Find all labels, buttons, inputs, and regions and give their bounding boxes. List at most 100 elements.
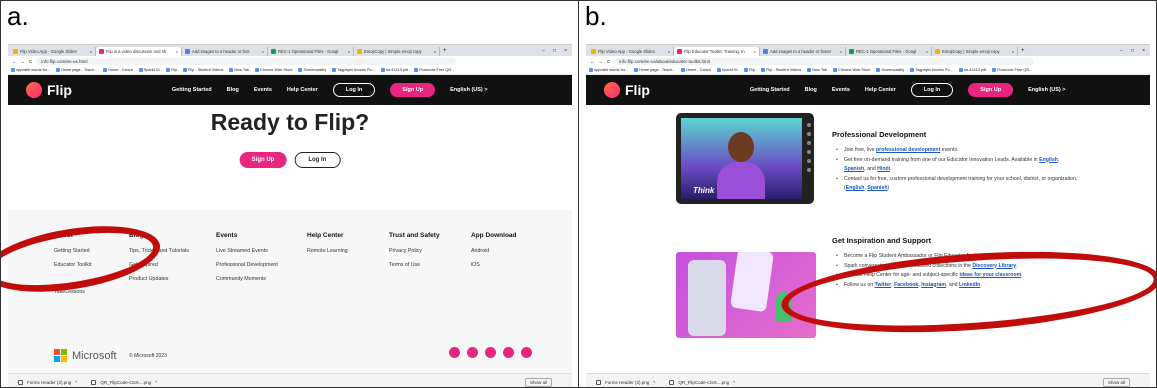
bookmark-item[interactable]: Flip - Student Videos: [183, 68, 223, 72]
bookmark-item[interactable]: Chrome Web Store: [833, 68, 870, 72]
close-icon[interactable]: ×: [262, 47, 264, 56]
forward-icon[interactable]: →: [21, 59, 26, 64]
youtube-icon[interactable]: [503, 347, 514, 358]
bookmark-item[interactable]: Home - Canva: [681, 68, 711, 72]
bookmark-item[interactable]: Screencastify: [298, 68, 326, 72]
maximize-icon[interactable]: □: [553, 47, 556, 56]
close-icon[interactable]: ×: [668, 47, 670, 56]
footer-link[interactable]: Product Updates: [129, 276, 189, 282]
download-item[interactable]: QR_FlipCode-c2c6....png ^: [91, 379, 157, 385]
nav-help-center[interactable]: Help Center: [865, 87, 896, 93]
bookmark-item[interactable]: Spark101: [716, 68, 738, 72]
bookmark-item[interactable]: Tagpayer Access Po...: [332, 68, 375, 72]
footer-link[interactable]: Community Moments: [216, 276, 278, 282]
browser-tab[interactable]: EmojiCopy | Simple emoji copy ×: [354, 47, 440, 56]
bookmark-item[interactable]: opposite words for...: [11, 68, 50, 72]
close-icon[interactable]: ×: [926, 47, 928, 56]
new-tab-icon[interactable]: +: [440, 47, 450, 56]
nav-getting-started[interactable]: Getting Started: [750, 87, 790, 93]
close-icon[interactable]: ×: [434, 47, 436, 56]
bookmark-item[interactable]: Screencastify: [876, 68, 904, 72]
footer-link[interactable]: Remote Learning: [307, 248, 348, 254]
linkedin-icon[interactable]: [485, 347, 496, 358]
bookmark-item[interactable]: New Tab: [807, 68, 827, 72]
close-icon[interactable]: ×: [1012, 47, 1014, 56]
hero-signup-button[interactable]: Sign Up: [239, 152, 287, 168]
browser-tab[interactable]: Flip is a video discussion and sh ×: [96, 47, 182, 56]
bookmark-item[interactable]: Tagpayer Access Po...: [910, 68, 953, 72]
bookmark-item[interactable]: New Tab: [229, 68, 249, 72]
nav-blog[interactable]: Blog: [227, 87, 239, 93]
download-item[interactable]: Forms Header (2).png ^: [18, 379, 77, 385]
flip-logo[interactable]: Flip: [26, 82, 72, 98]
bookmark-item[interactable]: Spark101: [138, 68, 160, 72]
back-icon[interactable]: ←: [590, 59, 595, 64]
bookmark-item[interactable]: Home page - Teach...: [633, 68, 675, 72]
reload-icon[interactable]: C: [607, 59, 610, 64]
browser-tab[interactable]: Flip Educator Toolkit: Training, In ×: [674, 47, 760, 56]
bookmark-item[interactable]: Flip - Student Videos: [761, 68, 801, 72]
reload-icon[interactable]: C: [29, 59, 32, 64]
nav-signup-button[interactable]: Sign Up: [968, 83, 1014, 97]
nav-events[interactable]: Events: [254, 87, 272, 93]
forward-icon[interactable]: →: [599, 59, 604, 64]
bookmark-item[interactable]: Flip: [743, 68, 755, 72]
minimize-icon[interactable]: −: [542, 47, 545, 56]
bookmark-item[interactable]: Home page - Teach...: [55, 68, 97, 72]
close-icon[interactable]: ×: [90, 47, 92, 56]
link[interactable]: English: [846, 185, 865, 191]
footer-link[interactable]: Privacy Policy: [389, 248, 440, 254]
bookmark-item[interactable]: Flowcode Free QR...: [414, 68, 454, 72]
video-thumbnail[interactable]: Think: [676, 113, 814, 204]
facebook-icon[interactable]: [449, 347, 460, 358]
nav-login-button[interactable]: Log In: [910, 83, 954, 97]
footer-link[interactable]: Terms of Use: [389, 262, 440, 268]
nav-help-center[interactable]: Help Center: [287, 87, 318, 93]
link[interactable]: Hindi: [877, 166, 890, 172]
link[interactable]: professional development: [876, 147, 940, 153]
browser-tab[interactable]: Add images to a header or foot ×: [182, 47, 268, 56]
footer-link[interactable]: Android: [471, 248, 517, 254]
url-input[interactable]: info.flip.com/en-us.html: [36, 57, 457, 65]
nav-blog[interactable]: Blog: [805, 87, 817, 93]
close-window-icon[interactable]: ×: [1142, 47, 1145, 56]
bookmark-item[interactable]: tnt-41413.pdf: [958, 68, 986, 72]
nav-getting-started[interactable]: Getting Started: [172, 87, 212, 93]
new-tab-icon[interactable]: +: [1018, 47, 1028, 56]
footer-link[interactable]: Live Streamed Events: [216, 248, 278, 254]
bookmark-item[interactable]: tnt-41413.pdf: [380, 68, 408, 72]
browser-tab[interactable]: Flip Video App - Google Slides ×: [10, 47, 96, 56]
link[interactable]: Spanish: [844, 166, 864, 172]
download-item[interactable]: QR_FlipCode-c2c6....png ^: [669, 379, 735, 385]
close-window-icon[interactable]: ×: [564, 47, 567, 56]
bookmark-item[interactable]: opposite words for...: [589, 68, 628, 72]
instagram-icon[interactable]: [521, 347, 532, 358]
show-all-button[interactable]: Show all: [1102, 377, 1130, 387]
bookmark-item[interactable]: Flowcode Free QR...: [992, 68, 1032, 72]
footer-link[interactable]: iOS: [471, 262, 517, 268]
close-icon[interactable]: ×: [348, 47, 350, 56]
bookmark-item[interactable]: Chrome Web Store: [255, 68, 292, 72]
close-icon[interactable]: ×: [176, 47, 178, 56]
browser-tab[interactable]: Flip Video App - Google Slides ×: [588, 47, 674, 56]
bookmark-item[interactable]: Flip: [165, 68, 177, 72]
link[interactable]: Spanish: [867, 185, 887, 191]
browser-tab[interactable]: Add images to a header or footer ×: [760, 47, 846, 56]
nav-events[interactable]: Events: [832, 87, 850, 93]
bookmark-item[interactable]: Home - Canva: [103, 68, 133, 72]
close-icon[interactable]: ×: [754, 47, 756, 56]
microsoft-logo[interactable]: Microsoft: [54, 349, 117, 362]
download-item[interactable]: Forms Header (2).png ^: [596, 379, 655, 385]
maximize-icon[interactable]: □: [1131, 47, 1134, 56]
nav-signup-button[interactable]: Sign Up: [390, 83, 436, 97]
browser-tab[interactable]: REC-1 Operational Files - Googl ×: [268, 47, 354, 56]
footer-link[interactable]: Professional Development: [216, 262, 278, 268]
hero-login-button[interactable]: Log In: [294, 152, 341, 168]
browser-tab[interactable]: REC-1 Operational Files - Googl ×: [846, 47, 932, 56]
browser-tab[interactable]: EmojiCopy | Simple emoji copy ×: [932, 47, 1018, 56]
minimize-icon[interactable]: −: [1120, 47, 1123, 56]
back-icon[interactable]: ←: [12, 59, 17, 64]
show-all-button[interactable]: Show all: [524, 377, 552, 387]
nav-login-button[interactable]: Log In: [332, 83, 376, 97]
url-input[interactable]: info.flip.com/en-us/about/educator-toolk…: [614, 57, 1035, 65]
